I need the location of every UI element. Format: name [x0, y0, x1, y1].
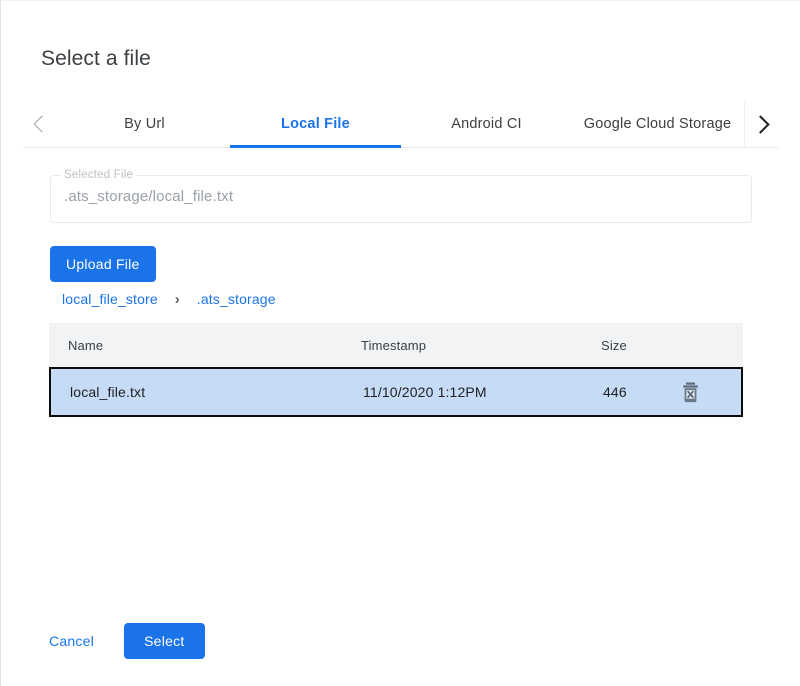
cell-timestamp: 11/10/2020 1:12PM	[363, 369, 487, 415]
selected-file-field[interactable]: Selected File .ats_storage/local_file.tx…	[50, 175, 752, 223]
selected-file-label: Selected File	[61, 168, 136, 182]
trash-delete-icon[interactable]	[681, 382, 700, 403]
tab-android-ci[interactable]: Android CI	[401, 101, 572, 147]
table-header-row: Name Timestamp Size	[49, 323, 743, 367]
cancel-button[interactable]: Cancel	[41, 625, 102, 657]
file-table: Name Timestamp Size local_file.txt 11/10…	[49, 323, 743, 417]
tab-local-file[interactable]: Local File	[230, 101, 401, 147]
breadcrumb-item-ats-storage[interactable]: .ats_storage	[197, 291, 276, 307]
tab-list: By Url Local File Android CI Google Clou…	[59, 101, 743, 147]
tab-google-cloud-storage-label: Google Cloud Storage	[584, 116, 732, 132]
dialog-footer: Cancel Select	[41, 623, 205, 659]
tab-by-url-label: By Url	[124, 116, 165, 132]
breadcrumb: local_file_store › .ats_storage	[62, 291, 276, 307]
column-header-size: Size	[601, 323, 627, 367]
select-button[interactable]: Select	[124, 623, 204, 659]
page-title: Select a file	[41, 45, 151, 73]
chevron-right-icon	[751, 115, 769, 133]
tab-android-ci-label: Android CI	[451, 116, 522, 132]
column-header-timestamp: Timestamp	[361, 323, 426, 367]
upload-file-button[interactable]: Upload File	[50, 246, 156, 282]
chevron-right-icon: ›	[175, 292, 180, 307]
chevron-left-icon	[34, 116, 51, 133]
cell-size: 446	[603, 369, 627, 415]
breadcrumb-item-local-file-store[interactable]: local_file_store	[62, 291, 158, 307]
tabs-scroll-left-button[interactable]	[23, 101, 57, 147]
select-file-dialog: Select a file By Url Local File Android …	[0, 0, 800, 686]
tab-local-file-label: Local File	[281, 116, 350, 132]
selected-file-value: .ats_storage/local_file.txt	[64, 188, 233, 205]
cell-actions	[681, 369, 700, 415]
cell-name: local_file.txt	[70, 369, 145, 415]
tab-google-cloud-storage[interactable]: Google Cloud Storage	[572, 101, 743, 147]
tab-bar: By Url Local File Android CI Google Clou…	[23, 101, 779, 148]
tab-by-url[interactable]: By Url	[59, 101, 230, 147]
column-header-name: Name	[68, 323, 103, 367]
table-row[interactable]: local_file.txt 11/10/2020 1:12PM 446	[49, 367, 743, 417]
tabs-scroll-right-button[interactable]	[744, 101, 779, 147]
